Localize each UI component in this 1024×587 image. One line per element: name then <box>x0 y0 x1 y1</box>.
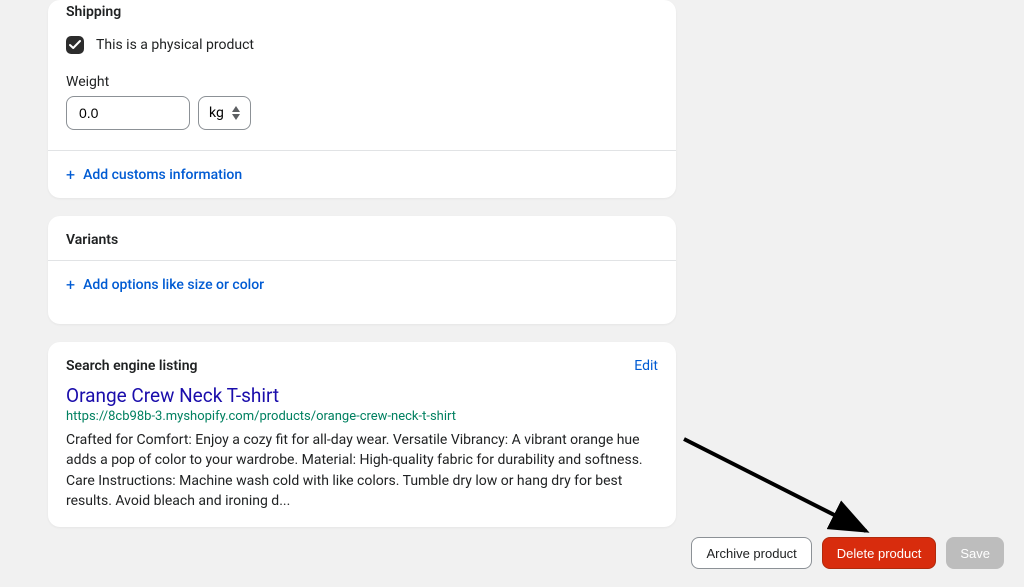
variants-card: Variants + Add options like size or colo… <box>48 216 676 324</box>
seo-preview-title: Orange Crew Neck T-shirt <box>66 384 658 407</box>
shipping-title: Shipping <box>66 4 658 20</box>
plus-icon: + <box>66 165 75 184</box>
seo-edit-button[interactable]: Edit <box>634 358 658 374</box>
seo-preview-url: https://8cb98b-3.myshopify.com/products/… <box>66 409 658 424</box>
chevron-up-down-icon <box>232 106 240 120</box>
seo-header: Search engine listing <box>66 358 197 374</box>
weight-input[interactable] <box>66 96 190 130</box>
physical-product-row: This is a physical product <box>66 36 658 54</box>
weight-label: Weight <box>66 74 658 90</box>
delete-product-button[interactable]: Delete product <box>822 537 937 569</box>
add-options-button[interactable]: + Add options like size or color <box>66 261 264 308</box>
weight-unit-label: kg <box>209 105 224 121</box>
weight-row: kg <box>66 96 658 130</box>
physical-product-label: This is a physical product <box>96 37 254 53</box>
variants-title: Variants <box>66 232 658 248</box>
check-icon <box>69 39 81 51</box>
bottom-actions: Archive product Delete product Save <box>691 537 1004 569</box>
weight-unit-select[interactable]: kg <box>198 96 251 130</box>
archive-product-button[interactable]: Archive product <box>691 537 811 569</box>
add-customs-label: Add customs information <box>83 167 242 183</box>
add-customs-button[interactable]: + Add customs information <box>66 151 242 198</box>
physical-product-checkbox[interactable] <box>66 36 84 54</box>
shipping-card: Shipping This is a physical product Weig… <box>48 0 676 198</box>
seo-preview-description: Crafted for Comfort: Enjoy a cozy fit fo… <box>66 430 658 511</box>
add-options-label: Add options like size or color <box>83 277 264 293</box>
plus-icon: + <box>66 275 75 294</box>
save-button: Save <box>946 537 1004 569</box>
seo-card: Search engine listing Edit Orange Crew N… <box>48 342 676 527</box>
